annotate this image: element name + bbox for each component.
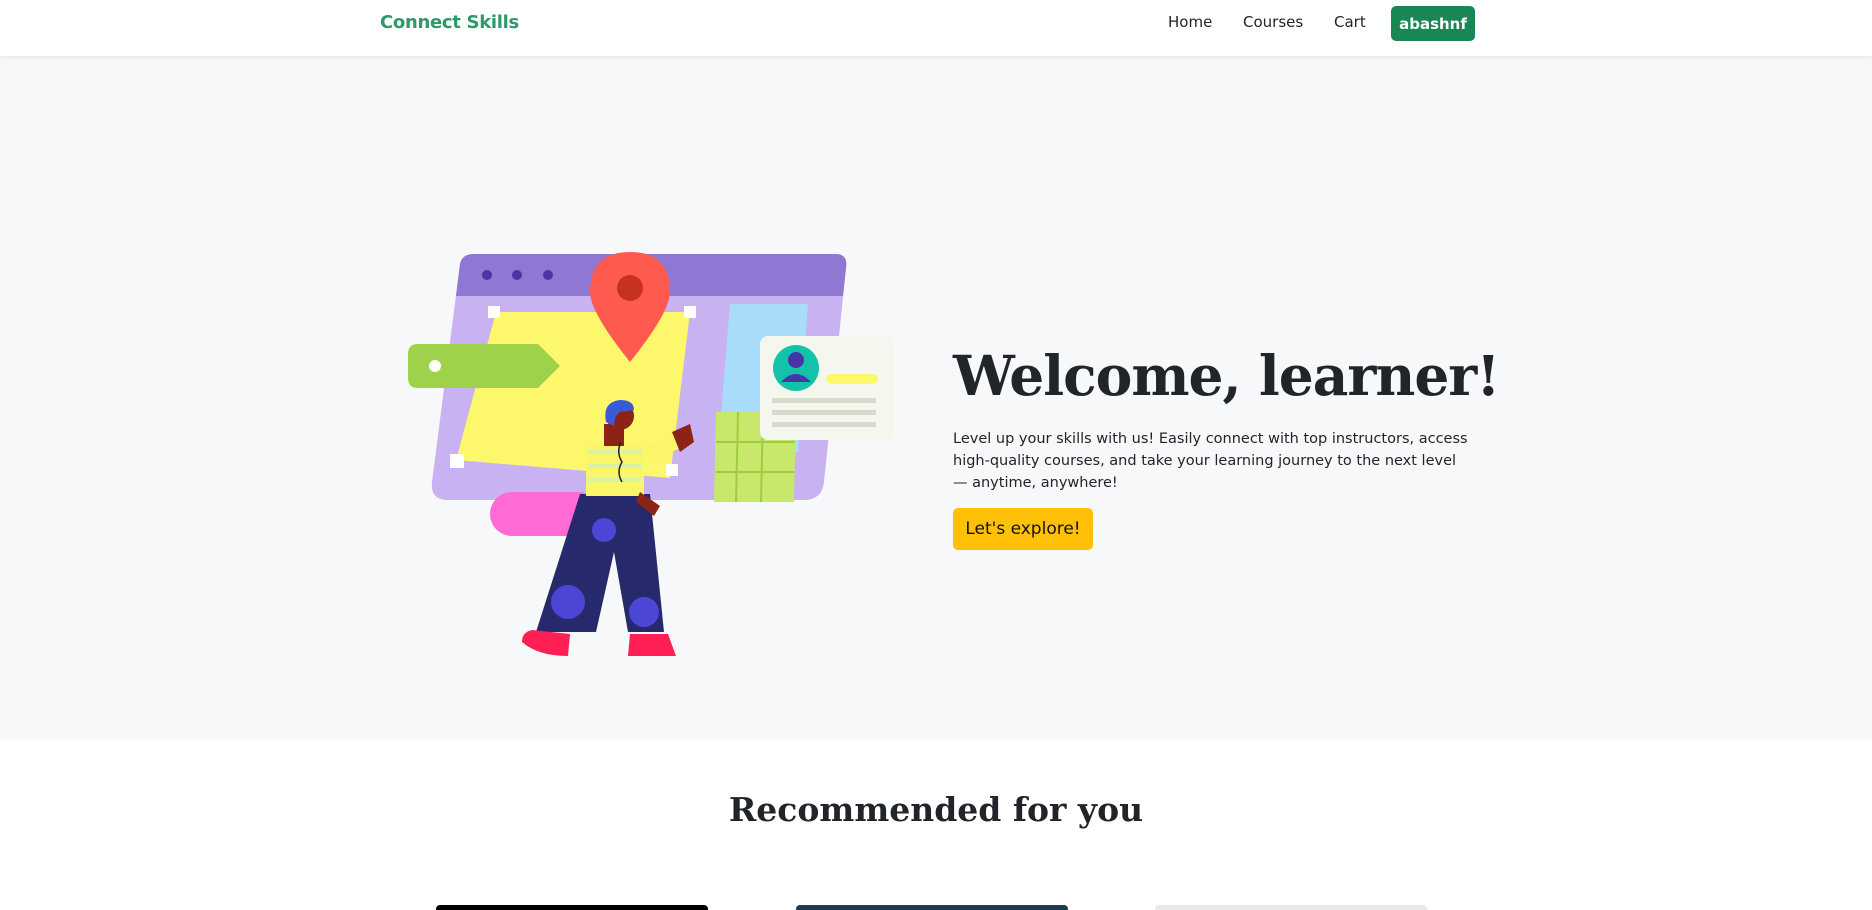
nav-link-cart[interactable]: Cart	[1334, 13, 1366, 31]
explore-button[interactable]: Let's explore!	[953, 508, 1093, 550]
user-menu-button[interactable]: abashnf	[1391, 6, 1475, 41]
hero-description: Level up your skills with us! Easily con…	[953, 431, 1468, 491]
course-card[interactable]	[436, 905, 708, 910]
nav-link-courses[interactable]: Courses	[1243, 13, 1303, 31]
hero-section: Welcome, learner! Level up your skills w…	[0, 56, 1872, 740]
brand-logo[interactable]: Connect Skills	[380, 12, 519, 33]
recommended-heading: Recommended for you	[728, 790, 1144, 829]
hero-title: Welcome, learner!	[953, 343, 1500, 408]
course-card[interactable]	[796, 905, 1068, 910]
navbar: Connect Skills Home Courses Cart abashnf	[0, 0, 1872, 56]
hero-illustration	[408, 252, 894, 656]
nav-link-home[interactable]: Home	[1168, 13, 1212, 31]
course-card[interactable]	[1155, 905, 1427, 910]
